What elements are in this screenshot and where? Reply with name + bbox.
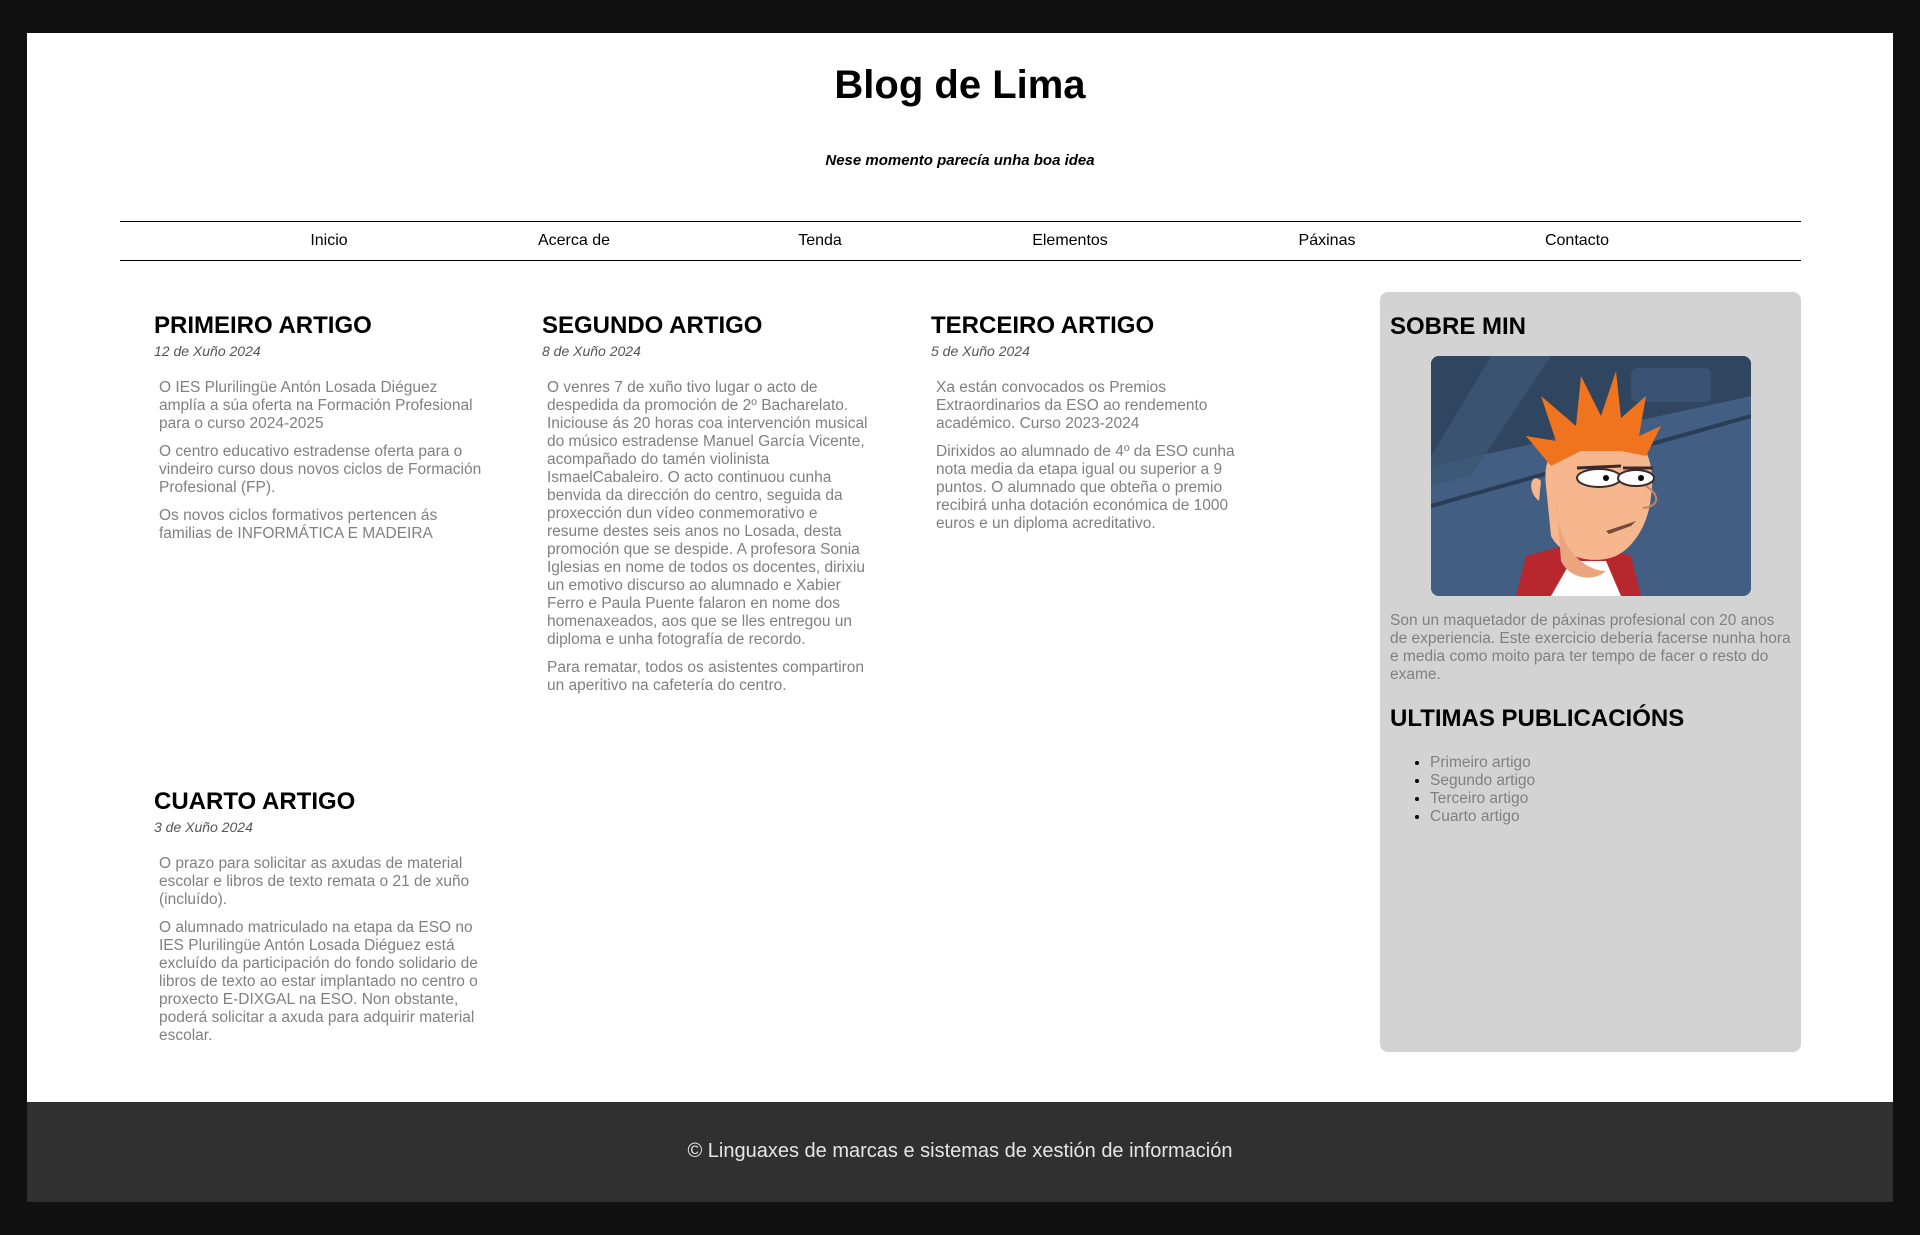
article-segundo: SEGUNDO ARTIGO 8 de Xuño 2024 O venres 7… xyxy=(542,311,872,705)
recent-post-item[interactable]: Segundo artigo xyxy=(1430,772,1791,790)
recent-posts-list: Primeiro artigo Segundo artigo Terceiro … xyxy=(1390,754,1791,826)
nav-item-inicio[interactable]: Inicio xyxy=(310,232,347,250)
article-paragraph: O venres 7 de xuño tivo lugar o acto de … xyxy=(547,379,868,648)
nav-item-contacto[interactable]: Contacto xyxy=(1545,232,1609,250)
article-paragraph: O centro educativo estradense oferta par… xyxy=(159,443,482,496)
article-paragraph: Dirixidos ao alumnado de 4º da ESO cunha… xyxy=(936,443,1235,532)
main-nav: Inicio Acerca de Tenda Elementos Páxinas… xyxy=(120,221,1801,261)
article-paragraph: O IES Plurilingüe Antón Losada Diéguez a… xyxy=(159,379,473,432)
article-title: SEGUNDO ARTIGO xyxy=(542,312,763,339)
nav-item-paxinas[interactable]: Páxinas xyxy=(1299,232,1356,250)
article-date: 12 de Xuño 2024 xyxy=(154,343,261,359)
page: Blog de Lima Nese momento parecía unha b… xyxy=(27,33,1893,1202)
nav-item-elementos[interactable]: Elementos xyxy=(1032,232,1108,250)
article-title: TERCEIRO ARTIGO xyxy=(931,312,1155,339)
recent-post-item[interactable]: Terceiro artigo xyxy=(1430,790,1791,808)
article-paragraph: Para rematar, todos os asistentes compar… xyxy=(547,659,865,694)
sidebar: SOBRE MIN Son un maquetador de páxinas p… xyxy=(1380,292,1801,1052)
article-paragraph: O prazo para solicitar as axudas de mate… xyxy=(159,855,470,908)
article-primeiro: PRIMEIRO ARTIGO 12 de Xuño 2024 O IES Pl… xyxy=(154,311,484,553)
site-subtitle: Nese momento parecía unha boa idea xyxy=(825,152,1095,169)
article-paragraph: Os novos ciclos formativos pertencen ás … xyxy=(159,507,438,542)
article-title: CUARTO ARTIGO xyxy=(154,788,356,815)
footer-text: © Linguaxes de marcas e sistemas de xest… xyxy=(687,1140,1233,1162)
recent-post-item[interactable]: Primeiro artigo xyxy=(1430,754,1791,772)
article-date: 8 de Xuño 2024 xyxy=(542,343,641,359)
article-terceiro: TERCEIRO ARTIGO 5 de Xuño 2024 Xa están … xyxy=(931,311,1261,543)
avatar-image xyxy=(1430,356,1751,596)
site-title: Blog de Lima xyxy=(834,63,1086,107)
about-text: Son un maquetador de páxinas profesional… xyxy=(1390,612,1791,683)
nav-item-acerca-de[interactable]: Acerca de xyxy=(538,232,610,250)
site-footer: © Linguaxes de marcas e sistemas de xest… xyxy=(27,1102,1893,1202)
recent-post-item[interactable]: Cuarto artigo xyxy=(1430,808,1791,826)
about-title: SOBRE MIN xyxy=(1390,313,1527,340)
nav-item-tenda[interactable]: Tenda xyxy=(798,232,842,250)
article-paragraph: Xa están convocados os Premios Extraordi… xyxy=(936,379,1208,432)
article-paragraph: O alumnado matriculado na etapa da ESO n… xyxy=(159,919,478,1044)
article-date: 3 de Xuño 2024 xyxy=(154,819,253,835)
article-cuarto: CUARTO ARTIGO 3 de Xuño 2024 O prazo par… xyxy=(154,787,484,1055)
article-date: 5 de Xuño 2024 xyxy=(931,343,1030,359)
article-title: PRIMEIRO ARTIGO xyxy=(154,312,372,339)
site-header: Blog de Lima Nese momento parecía unha b… xyxy=(27,33,1893,222)
recent-posts-title: ULTIMAS PUBLICACIÓNS xyxy=(1390,705,1685,732)
